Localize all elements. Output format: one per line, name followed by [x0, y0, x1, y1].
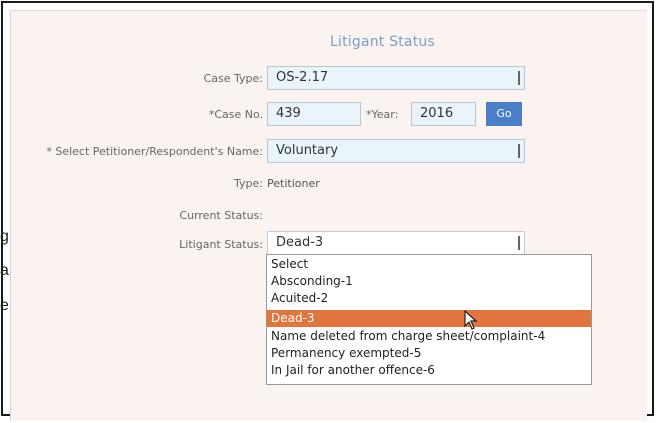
edge-text-char: , [0, 336, 5, 353]
year-label: *Year: [366, 108, 399, 121]
dropdown-option-name-deleted[interactable]: Name deleted from charge sheet/complaint… [271, 329, 545, 343]
edge-text-char: a [0, 262, 9, 279]
litigant-status-select[interactable]: Dead-3 [267, 231, 525, 255]
party-name-select[interactable]: Voluntary [267, 139, 525, 163]
edge-text-char: e [0, 297, 9, 314]
mouse-pointer-icon [464, 310, 478, 330]
dropdown-option-acquitted[interactable]: Acuited-2 [271, 291, 328, 305]
dropdown-option-dead-highlighted[interactable]: Dead-3 [267, 310, 591, 327]
party-name-label: * Select Petitioner/Respondent's Name: [46, 145, 263, 158]
select-arrow-icon [518, 144, 520, 158]
current-status-label: Current Status: [179, 209, 263, 222]
litigant-status-value: Dead-3 [276, 235, 324, 250]
party-name-value: Voluntary [276, 143, 339, 158]
year-value: 2016 [420, 106, 454, 121]
type-value: Petitioner [267, 177, 320, 190]
case-no-label: *Case No. [208, 108, 263, 121]
case-type-select[interactable]: OS-2.17 [267, 66, 525, 90]
dropdown-option-select[interactable]: Select [271, 257, 308, 271]
dropdown-option-absconding[interactable]: Absconding-1 [271, 274, 353, 288]
litigant-status-label: Litigant Status: [179, 238, 263, 251]
form-title: Litigant Status [330, 34, 435, 50]
go-button[interactable]: Go [486, 102, 522, 126]
dropdown-option-permanency-exempted[interactable]: Permanency exempted-5 [271, 346, 421, 360]
year-input[interactable]: 2016 [411, 102, 476, 126]
dropdown-option-in-jail[interactable]: In Jail for another offence-6 [271, 363, 435, 377]
case-type-value: OS-2.17 [276, 70, 329, 85]
edge-text-char: g [0, 228, 9, 245]
case-type-label: Case Type: [203, 72, 263, 85]
type-label: Type: [234, 177, 263, 190]
case-no-value: 439 [276, 106, 301, 121]
case-no-input[interactable]: 439 [267, 102, 361, 126]
select-arrow-icon [518, 236, 520, 250]
select-arrow-icon [518, 71, 520, 85]
litigant-status-dropdown: Select Absconding-1 Acuited-2 Dead-3 Nam… [266, 254, 592, 385]
